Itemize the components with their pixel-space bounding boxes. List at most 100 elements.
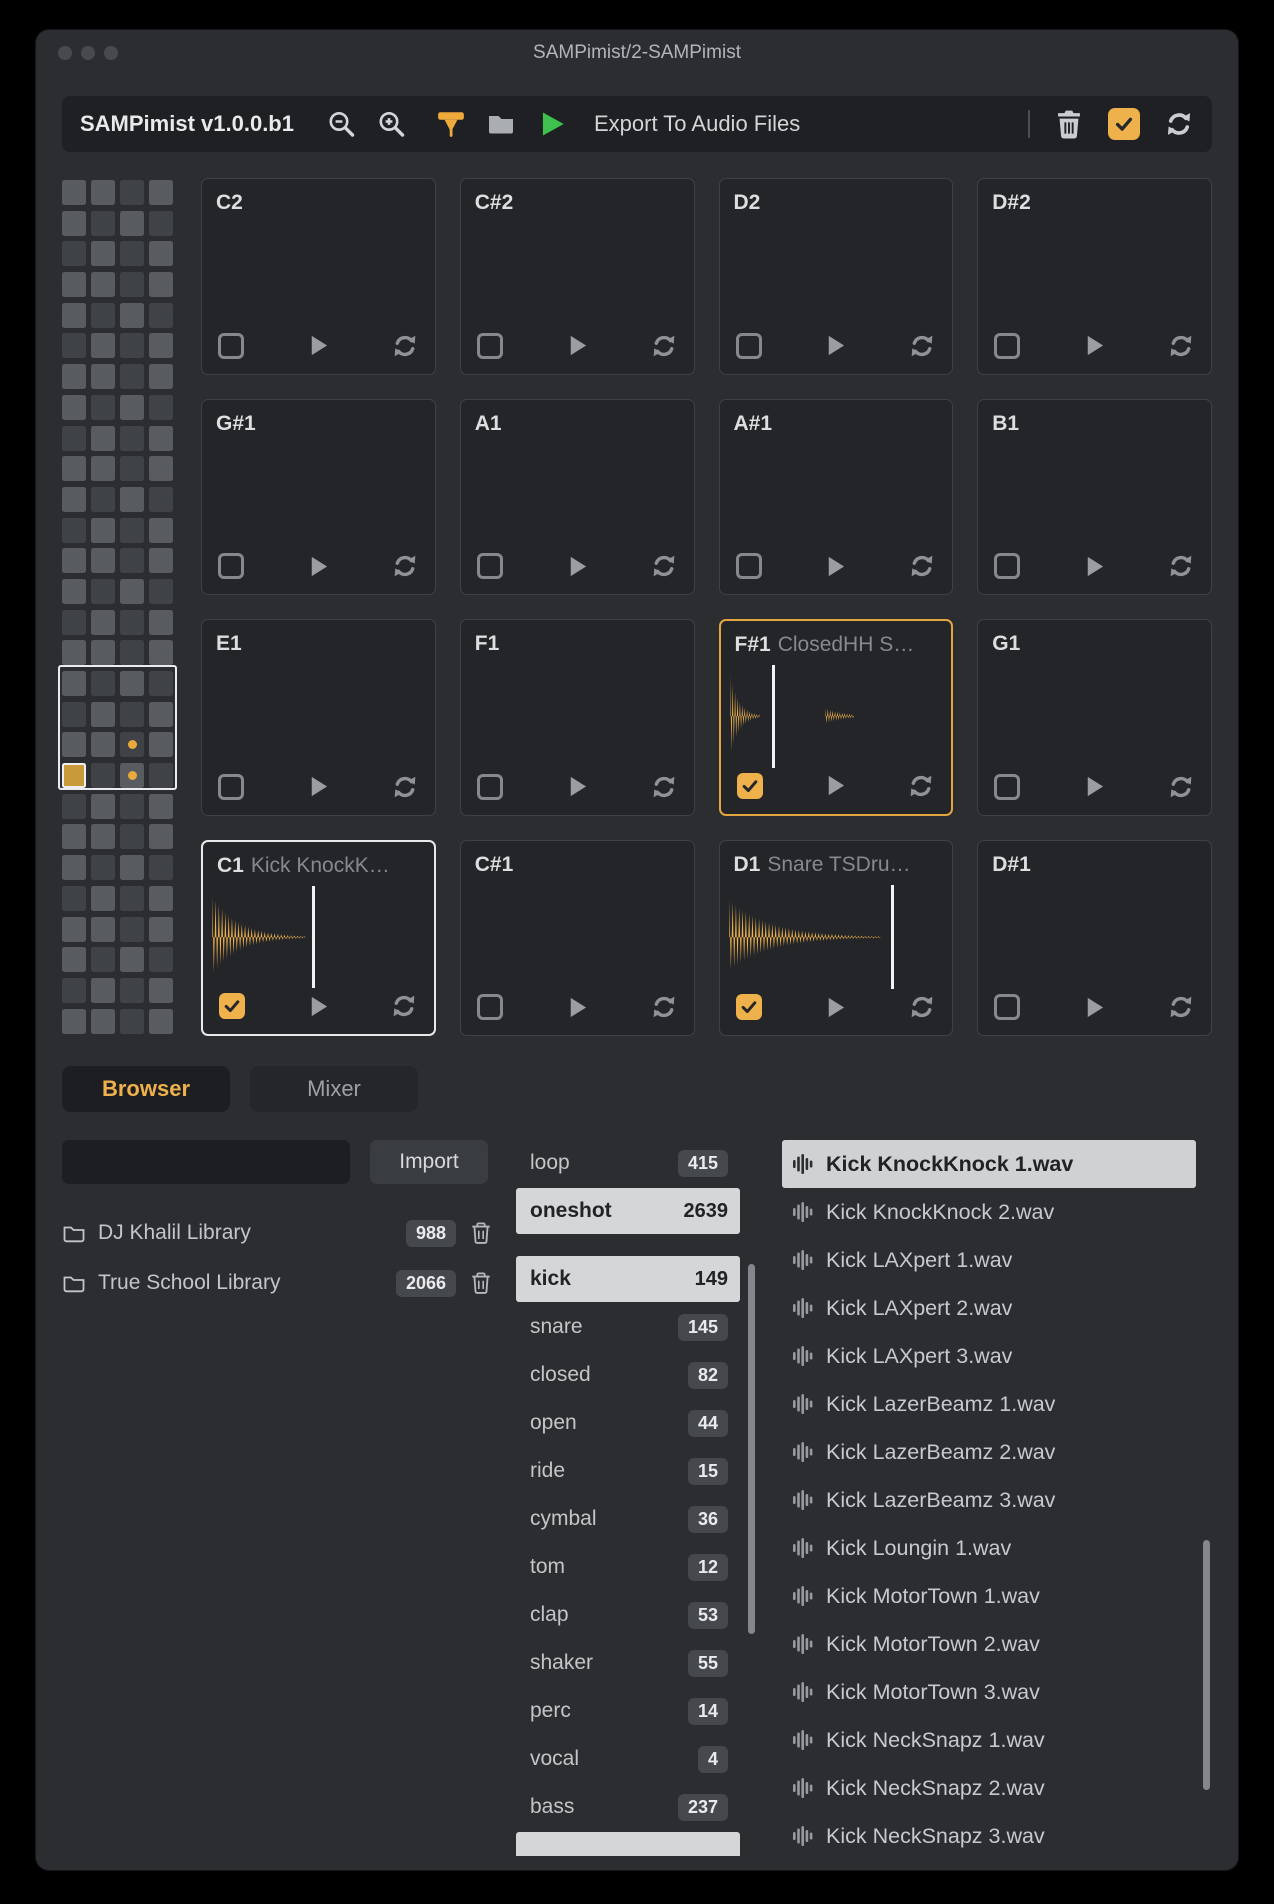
- minimap-cell[interactable]: [149, 977, 173, 1003]
- file-row[interactable]: Kick NeckSnapz 1.wav: [782, 1716, 1196, 1764]
- minimap-cell[interactable]: [62, 916, 86, 942]
- minimap-cell[interactable]: [62, 180, 86, 205]
- pad-checkbox[interactable]: [476, 773, 503, 800]
- minimap-cell[interactable]: [62, 272, 86, 298]
- minimap-cell[interactable]: [62, 855, 86, 881]
- file-row[interactable]: Kick LAXpert 2.wav: [782, 1284, 1196, 1332]
- minimap-cell[interactable]: [91, 425, 115, 451]
- minimap-cell[interactable]: [149, 671, 173, 696]
- pad-A#1[interactable]: A#1: [718, 398, 954, 595]
- pad-play-button[interactable]: [823, 773, 846, 798]
- minimap-cell[interactable]: [120, 210, 144, 236]
- file-row[interactable]: Kick LAXpert 3.wav: [782, 1332, 1196, 1380]
- minimap-cell[interactable]: [120, 180, 144, 205]
- minimap-cell[interactable]: [91, 824, 115, 850]
- zoom-button[interactable]: [104, 46, 118, 60]
- minimap-cell[interactable]: [149, 885, 173, 911]
- category-row[interactable]: open 44: [516, 1400, 740, 1446]
- pad-checkbox[interactable]: [218, 553, 244, 579]
- minimap-cell[interactable]: [62, 640, 86, 666]
- pad-play-button[interactable]: [1082, 774, 1105, 799]
- minimap-cell[interactable]: [62, 486, 86, 512]
- minimap-cell[interactable]: [91, 517, 115, 543]
- minimap-cell[interactable]: [91, 364, 115, 390]
- minimap-cell[interactable]: [120, 517, 144, 543]
- minimap-cell[interactable]: [149, 609, 173, 635]
- pad-play-button[interactable]: [1082, 554, 1105, 579]
- pad-play-button[interactable]: [823, 554, 846, 579]
- pad-F1[interactable]: F1: [459, 619, 695, 816]
- pad-G1[interactable]: G1: [977, 619, 1212, 816]
- file-row[interactable]: Kick LazerBeamz 3.wav: [782, 1476, 1196, 1524]
- minimap-cell[interactable]: [120, 793, 144, 819]
- minimap-cell[interactable]: [91, 272, 115, 298]
- pad-checkbox[interactable]: [218, 773, 244, 800]
- trash-button[interactable]: [1054, 109, 1084, 139]
- pad-reload-button[interactable]: [391, 773, 419, 801]
- pad-G#1[interactable]: G#1: [201, 398, 436, 595]
- minimap-cell[interactable]: [62, 793, 86, 819]
- minimap-cell[interactable]: [149, 947, 173, 973]
- pad-reload-button[interactable]: [1167, 773, 1195, 801]
- minimap-cell[interactable]: [120, 272, 144, 298]
- pad-checkbox[interactable]: [476, 994, 503, 1020]
- trash-icon[interactable]: [470, 1221, 492, 1245]
- import-button[interactable]: Import: [370, 1140, 488, 1184]
- pad-play-button[interactable]: [565, 995, 588, 1020]
- minimap-cell[interactable]: [120, 394, 144, 420]
- minimap-cell[interactable]: [91, 885, 115, 911]
- minimap-cell[interactable]: [149, 824, 173, 850]
- pad-reload-button[interactable]: [650, 552, 678, 580]
- pad-play-button[interactable]: [565, 333, 588, 358]
- minimap-cell[interactable]: [149, 701, 173, 727]
- pad-checkbox[interactable]: [219, 993, 245, 1019]
- file-row[interactable]: Kick LazerBeamz 1.wav: [782, 1380, 1196, 1428]
- pad-B1[interactable]: B1: [977, 398, 1212, 595]
- tab-mixer[interactable]: Mixer: [250, 1066, 418, 1112]
- file-row[interactable]: Kick MotorTown 3.wav: [782, 1668, 1196, 1716]
- minimap-cell[interactable]: [62, 517, 86, 543]
- minimap-cell[interactable]: [91, 333, 115, 359]
- category-scrollbar[interactable]: [748, 1264, 755, 1634]
- minimap-cell[interactable]: [120, 302, 144, 328]
- minimap-cell[interactable]: [62, 947, 86, 973]
- pad-checkbox[interactable]: [218, 332, 244, 359]
- minimap-cell[interactable]: [120, 486, 144, 512]
- file-row[interactable]: Kick Loungin 1.wav: [782, 1524, 1196, 1572]
- minimap-cell[interactable]: [91, 732, 115, 758]
- minimap-cell[interactable]: [91, 977, 115, 1003]
- pad-reload-button[interactable]: [650, 773, 678, 801]
- category-row[interactable]: clap 53: [516, 1592, 740, 1638]
- minimap-cell[interactable]: [149, 793, 173, 819]
- minimap-cell[interactable]: [120, 977, 144, 1003]
- minimap-cell[interactable]: [149, 548, 173, 574]
- pad-play-button[interactable]: [823, 333, 846, 358]
- file-scrollbar[interactable]: [1203, 1540, 1210, 1790]
- pad-C2[interactable]: C2: [201, 178, 436, 375]
- minimap-cell[interactable]: [62, 701, 86, 727]
- pad-play-button[interactable]: [306, 774, 329, 799]
- minimap-cell[interactable]: [62, 210, 86, 236]
- trash-icon[interactable]: [470, 1271, 492, 1295]
- minimap-cell[interactable]: [120, 947, 144, 973]
- minimap-cell[interactable]: [62, 671, 86, 696]
- minimap-cell[interactable]: [62, 824, 86, 850]
- minimap-cell[interactable]: [91, 855, 115, 881]
- minimap-cell[interactable]: [91, 916, 115, 942]
- pad-checkbox[interactable]: [476, 553, 503, 579]
- pad-play-button[interactable]: [1082, 333, 1105, 358]
- minimap-cell[interactable]: [149, 578, 173, 604]
- minimap-cell[interactable]: [91, 671, 115, 696]
- minimap-cell[interactable]: [120, 824, 144, 850]
- minimap-cell[interactable]: [62, 977, 86, 1003]
- minimap-cell[interactable]: [149, 180, 173, 205]
- category-row[interactable]: tom 12: [516, 1544, 740, 1590]
- minimap-cell[interactable]: [149, 517, 173, 543]
- minimap-cell[interactable]: [149, 855, 173, 881]
- pad-C#2[interactable]: C#2: [459, 178, 695, 375]
- minimap-cell[interactable]: [62, 456, 86, 482]
- minimap-cell[interactable]: [120, 640, 144, 666]
- minimap-cell[interactable]: [149, 394, 173, 420]
- minimap-cell[interactable]: [91, 241, 115, 267]
- minimap-cell[interactable]: [91, 456, 115, 482]
